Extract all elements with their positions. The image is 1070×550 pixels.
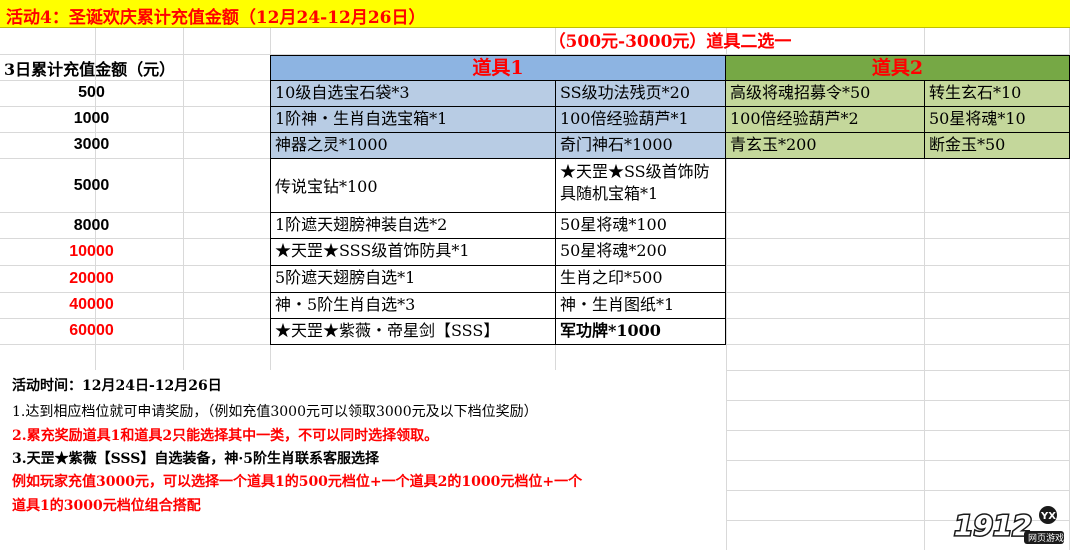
reward-cell: 生肖之印*500	[555, 265, 726, 293]
note-line: 3.天罡★紫薇【SSS】自选装备，神·5阶生肖联系客服选择	[12, 451, 379, 467]
item2-header: 道具2	[725, 55, 1070, 81]
amount-cell: 3000	[73, 136, 110, 153]
amount-cell: 40000	[69, 296, 114, 313]
reward-cell: 传说宝钻*100	[270, 158, 556, 213]
reward-cell: 奇门神石*1000	[555, 132, 726, 159]
svg-text:1912: 1912	[954, 509, 1032, 542]
svg-text:YX: YX	[1040, 511, 1056, 522]
note-line: 道具1的3000元档位组合搭配	[12, 498, 201, 514]
note-line: 例如玩家充值3000元，可以选择一个道具1的500元档位+一个道具2的1000元…	[12, 474, 583, 490]
note-line: 2.累充奖励道具1和道具2只能选择其中一类，不可以同时选择领取。	[12, 428, 439, 444]
page-title: 活动4：圣诞欢庆累计充值金额（12月24-12月26日）	[6, 8, 426, 28]
reward-cell: 1阶遮天翅膀神装自选*2	[270, 212, 556, 239]
reward-cell: 100倍经验葫芦*2	[725, 106, 925, 133]
site-logo: 1912 YX 网页游戏	[950, 505, 1066, 545]
reward-cell: 100倍经验葫芦*1	[555, 106, 726, 133]
reward-cell: 50星将魂*200	[555, 238, 726, 266]
reward-cell: 断金玉*50	[924, 132, 1070, 159]
reward-cell: 1阶神・生肖自选宝箱*1	[270, 106, 556, 133]
note-line: 1.达到相应档位就可申请奖励，（例如充值3000元可以领取3000元及以下档位奖…	[12, 404, 538, 420]
reward-cell: 50星将魂*10	[924, 106, 1070, 133]
subtitle: （500元-3000元）道具二选一	[548, 32, 792, 52]
amount-cell: 500	[78, 84, 105, 101]
reward-cell: 5阶遮天翅膀自选*1	[270, 265, 556, 293]
item1-header: 道具1	[270, 55, 726, 81]
amount-cell: 20000	[69, 270, 114, 287]
reward-cell: 神器之灵*1000	[270, 132, 556, 159]
reward-cell: 高级将魂招募令*50	[725, 80, 925, 107]
reward-cell: 50星将魂*100	[555, 212, 726, 239]
reward-cell: ★天罡★SSS级首饰防具*1	[270, 238, 556, 266]
reward-cell: 转生玄石*10	[924, 80, 1070, 107]
reward-cell: 神・5阶生肖自选*3	[270, 292, 556, 319]
amount-cell: 8000	[73, 217, 110, 234]
amount-cell: 1000	[73, 110, 110, 127]
amount-cell: 10000	[69, 243, 114, 260]
logo-graphic: 1912 YX 网页游戏	[953, 506, 1064, 544]
amount-header: 3日累计充值金额（元）	[4, 60, 176, 79]
amount-cell: 5000	[73, 177, 110, 194]
reward-cell: 青玄玉*200	[725, 132, 925, 159]
event-time: 活动时间：12月24日-12月26日	[12, 378, 222, 394]
reward-cell: 军功牌*1000	[555, 318, 726, 345]
reward-cell: 神・生肖图纸*1	[555, 292, 726, 319]
reward-cell: SS级功法残页*20	[555, 80, 726, 107]
reward-cell: ★天罡★SS级首饰防具随机宝箱*1	[555, 158, 726, 213]
svg-text:网页游戏: 网页游戏	[1028, 532, 1064, 544]
reward-cell: 10级自选宝石袋*3	[270, 80, 556, 107]
title-bar: 活动4：圣诞欢庆累计充值金额（12月24-12月26日）	[0, 0, 1070, 28]
amount-cell: 60000	[69, 322, 114, 339]
reward-cell: ★天罡★紫薇・帝星剑【SSS】	[270, 318, 556, 345]
